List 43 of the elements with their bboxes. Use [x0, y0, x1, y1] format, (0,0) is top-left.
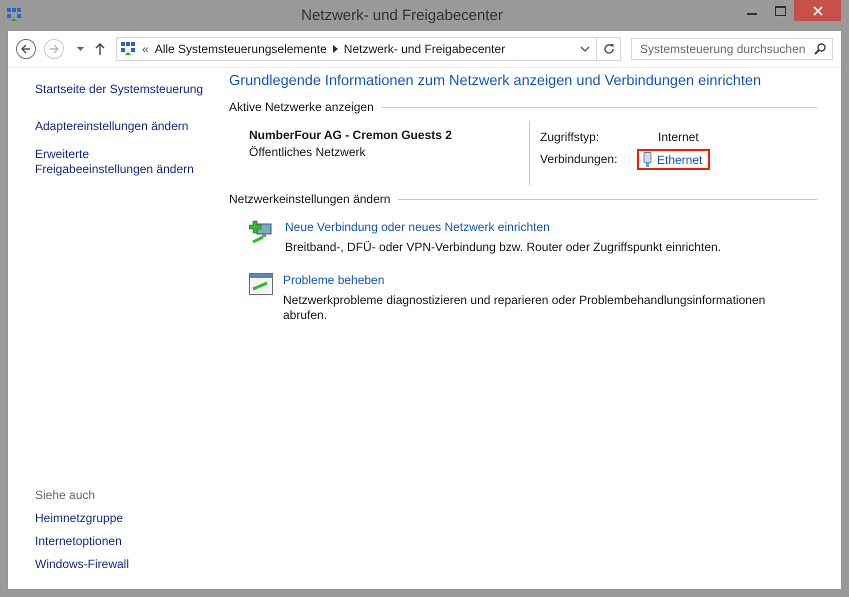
- chevron-icon: [332, 45, 338, 53]
- ethernet-link[interactable]: Ethernet: [637, 149, 710, 170]
- caret-icon: [76, 47, 84, 51]
- section-heading: Netzwerkeinstellungen ändern: [229, 192, 390, 206]
- address-bar[interactable]: « Alle Systemsteuerungselemente Netzwerk- und Freigabecenter: [116, 37, 621, 61]
- dropdown-chevron-icon[interactable]: [580, 46, 590, 52]
- network-type: Öffentliches Netzwerk: [249, 145, 366, 159]
- access-type-label: Zugriffstyp:: [540, 130, 600, 145]
- breadcrumb-item[interactable]: Netzwerk- und Freigabecenter: [344, 42, 506, 56]
- refresh-icon: [603, 43, 614, 55]
- task-link[interactable]: Neue Verbindung oder neues Netzwerk einrichten: [285, 220, 785, 234]
- sidebar-link[interactable]: Adaptereinstellungen ändern: [35, 119, 205, 134]
- back-button[interactable]: [16, 39, 36, 59]
- network-icon: [120, 41, 136, 57]
- see-also-link[interactable]: Heimnetzgruppe: [35, 511, 229, 525]
- see-also-heading: Siehe auch: [35, 488, 96, 502]
- see-also-link[interactable]: Windows-Firewall: [35, 557, 229, 571]
- access-type-value: Internet: [657, 130, 700, 145]
- close-icon: [812, 6, 822, 16]
- page-heading: Grundlegende Informationen zum Netzwerk anzeigen und Verbindungen einrichten: [229, 73, 762, 89]
- sidebar-link[interactable]: Erweiterte Freigabeeinstellungen ändern: [35, 147, 205, 177]
- close-button[interactable]: [794, 0, 841, 21]
- section-heading: Aktive Netzwerke anzeigen: [229, 100, 374, 114]
- search-field[interactable]: Systemsteuerung durchsuchen: [631, 38, 833, 60]
- ethernet-plug-icon: [643, 152, 652, 167]
- window-title: Netzwerk- und Freigabecenter: [300, 6, 504, 24]
- breadcrumb-item[interactable]: Alle Systemsteuerungselemente: [154, 42, 327, 56]
- back-arrow-icon: [21, 44, 31, 54]
- network-icon: [6, 7, 22, 23]
- maximize-icon: [774, 6, 786, 16]
- breadcrumb-overflow[interactable]: «: [142, 42, 149, 56]
- see-also-link[interactable]: Internetoptionen: [35, 534, 229, 548]
- forward-arrow-icon: [49, 44, 59, 54]
- task-description: Breitband-, DFÜ- oder VPN-Verbindung bzw. Router oder Zugriffspunkt einrichten.: [285, 240, 722, 255]
- connections-label: Verbindungen:: [540, 152, 618, 167]
- task-link[interactable]: Probleme beheben: [283, 273, 783, 287]
- troubleshoot-window-icon: [249, 273, 273, 295]
- search-icon: [814, 43, 826, 55]
- task-description: Netzwerkprobleme diagnostizieren und reparieren oder Problembehandlungsinformationen abrufen.: [283, 293, 766, 323]
- sidebar-link[interactable]: Startseite der Systemsteuerung: [35, 82, 205, 97]
- network-name: NumberFour AG - Cremon Guests 2: [249, 128, 453, 142]
- minimize-icon: [747, 13, 757, 15]
- up-arrow-icon: [95, 43, 105, 55]
